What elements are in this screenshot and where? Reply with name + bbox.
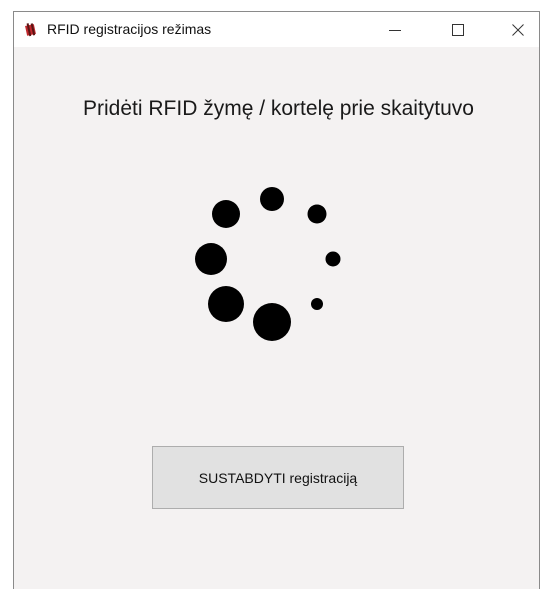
spinner-dot — [253, 303, 291, 341]
window-title: RFID registracijos režimas — [47, 21, 212, 37]
instruction-heading: Pridėti RFID žymę / kortelę prie skaityt… — [83, 97, 474, 120]
minimize-icon — [389, 29, 401, 31]
spinner-dot — [212, 200, 240, 228]
minimize-button[interactable] — [372, 12, 418, 47]
spinner-dot — [195, 243, 227, 275]
close-icon — [512, 23, 524, 36]
maximize-icon — [452, 23, 464, 36]
rfid-registration-window: RFID registracijos režimas Pridėti RFID … — [13, 11, 540, 589]
rfid-app-icon — [25, 23, 36, 37]
title-bar[interactable]: RFID registracijos režimas — [14, 12, 539, 47]
spinner-dot — [311, 298, 323, 310]
maximize-button[interactable] — [435, 12, 481, 47]
spinner-dot — [208, 286, 244, 322]
close-button[interactable] — [495, 12, 541, 47]
spinner-dot — [260, 187, 284, 211]
stop-registration-button[interactable]: SUSTABDYTI registraciją — [152, 446, 404, 509]
spinner-dot — [325, 251, 341, 267]
spinner-dot — [307, 204, 327, 224]
